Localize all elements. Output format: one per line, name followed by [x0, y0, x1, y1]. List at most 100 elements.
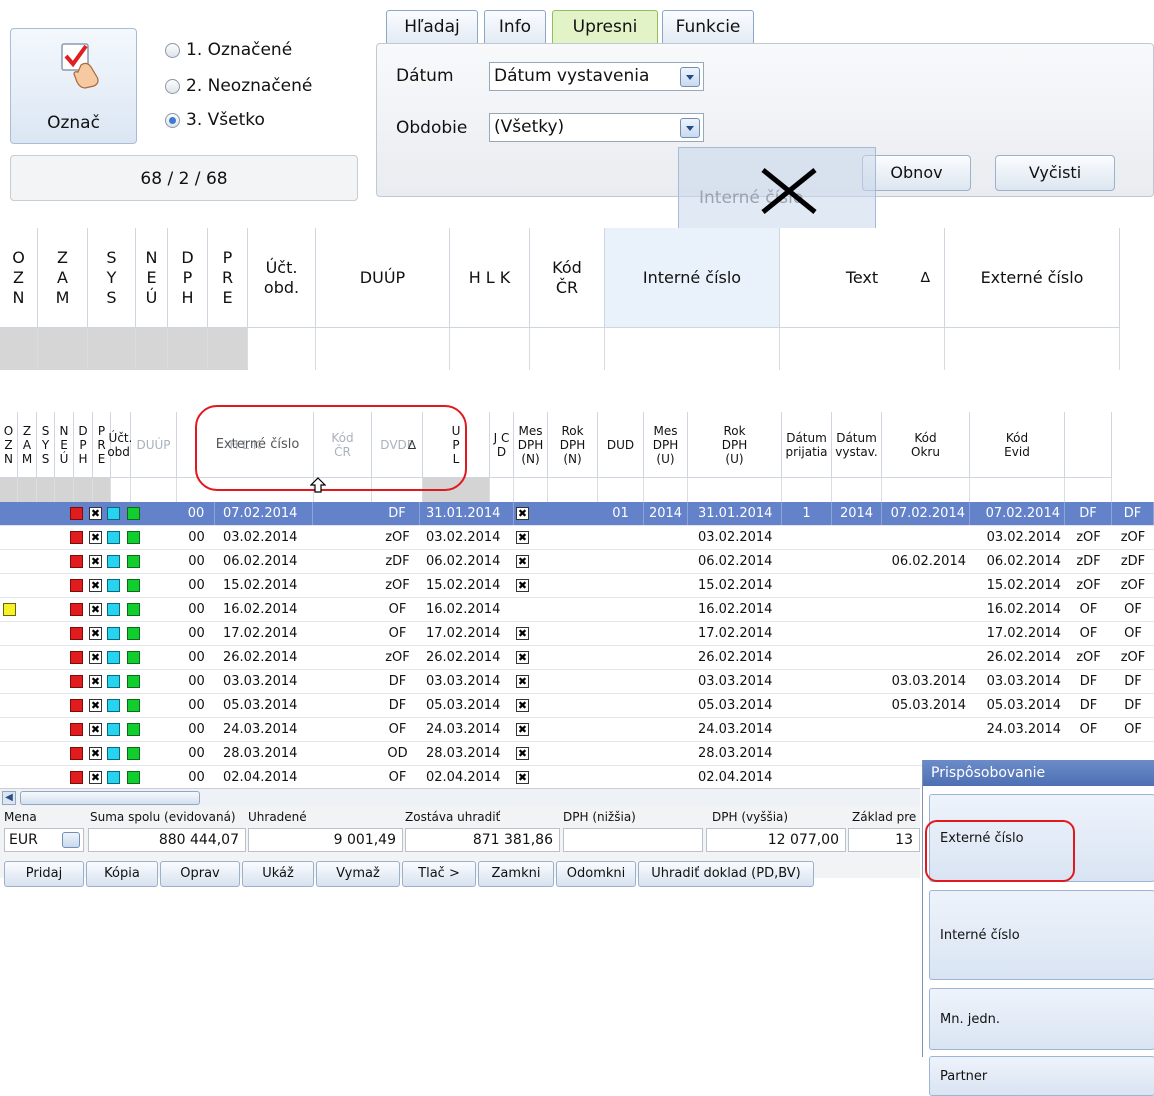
- scroll-thumb[interactable]: [20, 791, 200, 805]
- neu-checkbox[interactable]: ✖: [89, 507, 102, 520]
- dph-flag-icon[interactable]: [107, 531, 120, 544]
- grid1-header-duup[interactable]: DUÚP: [316, 228, 450, 328]
- grid1-filter-cell[interactable]: [450, 328, 530, 370]
- grid-filter-cell[interactable]: [882, 478, 970, 502]
- grid-header-col-7[interactable]: DUÚP: [131, 412, 177, 478]
- grid-header-col-4[interactable]: D P H: [74, 412, 93, 478]
- grid1-filter-cell[interactable]: [780, 328, 945, 370]
- date-select[interactable]: Dátum vystavenia: [489, 62, 704, 91]
- grid-header-col-0[interactable]: O Z N: [0, 412, 18, 478]
- grid-filter-cell[interactable]: [131, 478, 177, 502]
- show-button[interactable]: Ukáž: [242, 861, 314, 887]
- edit-button[interactable]: Oprav: [160, 861, 240, 887]
- grid-filter-cell[interactable]: [644, 478, 688, 502]
- table-row[interactable]: ✖ 00 03.02.2014 zOF 03.02.2014 ✖ 03.02.2014 03.…: [0, 526, 1154, 550]
- mark-flag-icon[interactable]: [3, 603, 16, 616]
- dph-flag-icon[interactable]: [107, 627, 120, 640]
- refresh-button[interactable]: Obnov: [862, 155, 971, 191]
- grid-filter-cell[interactable]: [688, 478, 782, 502]
- pre-flag-icon[interactable]: [127, 555, 140, 568]
- neu-checkbox[interactable]: ✖: [89, 723, 102, 736]
- grid-filter-cell[interactable]: [0, 478, 18, 502]
- period-select[interactable]: (Všetky): [489, 113, 704, 142]
- grid-filter-cell[interactable]: [1065, 478, 1112, 502]
- pre-flag-icon[interactable]: [127, 531, 140, 544]
- grid-filter-cell[interactable]: [598, 478, 644, 502]
- upl-checkbox[interactable]: ✖: [516, 771, 529, 784]
- pre-flag-icon[interactable]: [127, 603, 140, 616]
- upl-checkbox[interactable]: ✖: [516, 675, 529, 688]
- table-row[interactable]: ✖ 00 07.02.2014 DF 31.01.2014 ✖ 01 2014 31.01.20…: [0, 502, 1154, 526]
- pre-flag-icon[interactable]: [127, 723, 140, 736]
- table-row[interactable]: ✖ 00 17.02.2014 OF 17.02.2014 ✖ 17.02.2014 17.0…: [0, 622, 1154, 646]
- grid1-filter-cell[interactable]: [136, 328, 168, 370]
- grid-header-col-12[interactable]: J C D: [490, 412, 514, 478]
- grid1-header-internal-number[interactable]: Interné číslo: [605, 228, 780, 328]
- upl-checkbox[interactable]: ✖: [516, 507, 529, 520]
- grid-header-col-16[interactable]: Mes DPH (U): [644, 412, 688, 478]
- pre-flag-icon[interactable]: [127, 507, 140, 520]
- grid-filter-cell[interactable]: [782, 478, 832, 502]
- upl-checkbox[interactable]: ✖: [516, 579, 529, 592]
- mark-button[interactable]: Označ: [10, 28, 137, 144]
- grid-header-col-18[interactable]: Dátum prijatia: [782, 412, 832, 478]
- grid-header-col-20[interactable]: Kód Okru: [882, 412, 970, 478]
- sys-flag-icon[interactable]: [70, 747, 83, 760]
- sys-flag-icon[interactable]: [70, 675, 83, 688]
- scroll-left-icon[interactable]: ◀: [2, 791, 16, 805]
- grid-header-col-17[interactable]: Rok DPH (U): [688, 412, 782, 478]
- lock-button[interactable]: Zamkni: [478, 861, 554, 887]
- sys-flag-icon[interactable]: [70, 603, 83, 616]
- copy-button[interactable]: Kópia: [86, 861, 158, 887]
- upl-checkbox[interactable]: ✖: [516, 747, 529, 760]
- delete-button[interactable]: Vymaž: [316, 861, 400, 887]
- grid1-header-external-number[interactable]: Externé číslo: [945, 228, 1120, 328]
- neu-checkbox[interactable]: ✖: [89, 627, 102, 640]
- unlock-button[interactable]: Odomkni: [556, 861, 636, 887]
- neu-checkbox[interactable]: ✖: [89, 579, 102, 592]
- grid-filter-cell[interactable]: [111, 478, 131, 502]
- clear-button[interactable]: Vyčisti: [995, 155, 1115, 191]
- tab-functions[interactable]: Funkcie: [662, 10, 754, 44]
- grid-filter-cell[interactable]: [74, 478, 93, 502]
- pre-flag-icon[interactable]: [127, 699, 140, 712]
- grid1-filter-cell[interactable]: [168, 328, 208, 370]
- sys-flag-icon[interactable]: [70, 579, 83, 592]
- radio-all-circle[interactable]: [165, 112, 180, 128]
- grid1-header-sys[interactable]: S Y S: [88, 228, 136, 328]
- radio-unmarked-circle[interactable]: [165, 78, 180, 94]
- grid1-filter-cell[interactable]: [530, 328, 605, 370]
- grid-header-col-21[interactable]: Kód Evid: [970, 412, 1065, 478]
- dph-flag-icon[interactable]: [107, 651, 120, 664]
- dph-flag-icon[interactable]: [107, 507, 120, 520]
- pre-flag-icon[interactable]: [127, 627, 140, 640]
- table-row[interactable]: ✖ 00 24.03.2014 OF 24.03.2014 ✖ 24.03.2014 24.0…: [0, 718, 1154, 742]
- grid-header-col-13[interactable]: Mes DPH (N): [514, 412, 548, 478]
- dph-flag-icon[interactable]: [107, 555, 120, 568]
- sys-flag-icon[interactable]: [70, 771, 83, 784]
- dph-flag-icon[interactable]: [107, 579, 120, 592]
- customize-item-internal-number[interactable]: Interné číslo: [929, 890, 1154, 980]
- grid-filter-cell[interactable]: [37, 478, 55, 502]
- pre-flag-icon[interactable]: [127, 675, 140, 688]
- upl-checkbox[interactable]: ✖: [516, 627, 529, 640]
- grid1-header-hlk[interactable]: H L K: [450, 228, 530, 328]
- neu-checkbox[interactable]: ✖: [89, 531, 102, 544]
- sys-flag-icon[interactable]: [70, 723, 83, 736]
- upl-checkbox[interactable]: ✖: [516, 531, 529, 544]
- print-button[interactable]: Tlač >: [402, 861, 476, 887]
- grid-filter-cell[interactable]: [514, 478, 548, 502]
- chevron-down-icon[interactable]: [680, 67, 700, 87]
- table-row[interactable]: ✖ 00 16.02.2014 OF 16.02.2014 16.02.2014 16.02…: [0, 598, 1154, 622]
- table-row[interactable]: ✖ 00 03.03.2014 DF 03.03.2014 ✖ 03.03.2014 03.0…: [0, 670, 1154, 694]
- grid1-filter-cell[interactable]: [605, 328, 780, 370]
- neu-checkbox[interactable]: ✖: [89, 675, 102, 688]
- grid1-header-zam[interactable]: Z A M: [38, 228, 88, 328]
- grid-filter-cell[interactable]: [548, 478, 598, 502]
- tab-info[interactable]: Info: [484, 10, 546, 44]
- upl-checkbox[interactable]: ✖: [516, 651, 529, 664]
- sys-flag-icon[interactable]: [70, 651, 83, 664]
- radio-unmarked[interactable]: 2. Neoznačené: [165, 76, 312, 96]
- sys-flag-icon[interactable]: [70, 507, 83, 520]
- grid-header-col-2[interactable]: S Y S: [37, 412, 55, 478]
